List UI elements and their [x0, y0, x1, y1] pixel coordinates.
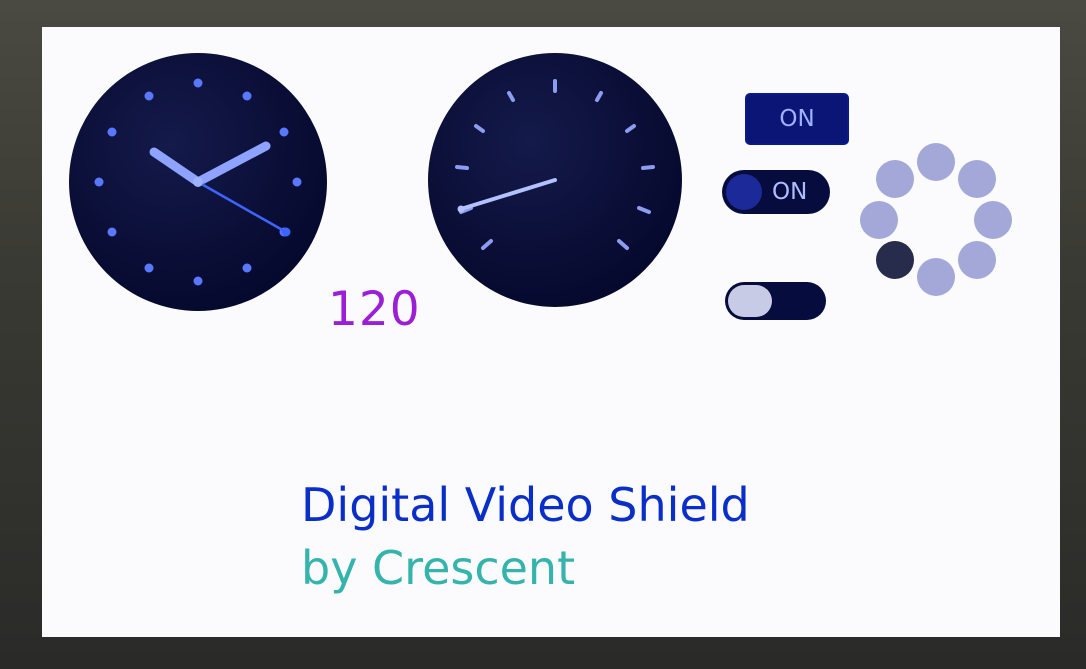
- clock-center-pin: [193, 177, 203, 187]
- loading-spinner-icon: [860, 143, 1012, 296]
- clock-second-tip: [281, 227, 291, 237]
- spinner-dot: [958, 241, 996, 279]
- display-screen: 120 ON ON Digital Video Shield by Cresce…: [42, 27, 1060, 637]
- toggle-switch[interactable]: [725, 282, 826, 320]
- on-toggle-switch[interactable]: ON: [722, 170, 830, 214]
- toggle-knob: [728, 285, 772, 317]
- spinner-dot: [876, 160, 914, 198]
- spinner-dot-active: [876, 241, 914, 279]
- spinner-dot: [958, 160, 996, 198]
- value-readout: 120: [328, 282, 421, 337]
- on-button[interactable]: ON: [745, 93, 849, 145]
- title-subheading: by Crescent: [301, 541, 576, 595]
- gauge-dial-icon: [428, 53, 682, 307]
- gauge-needle-tip: [457, 205, 465, 213]
- spinner-dot: [917, 258, 955, 296]
- toggle-knob: [726, 174, 762, 210]
- analog-clock-icon: [69, 53, 327, 311]
- spinner-dot: [860, 201, 898, 239]
- spinner-dot: [917, 143, 955, 181]
- spinner-dot: [974, 201, 1012, 239]
- toggle-label: ON: [772, 179, 808, 205]
- title-heading: Digital Video Shield: [301, 478, 750, 532]
